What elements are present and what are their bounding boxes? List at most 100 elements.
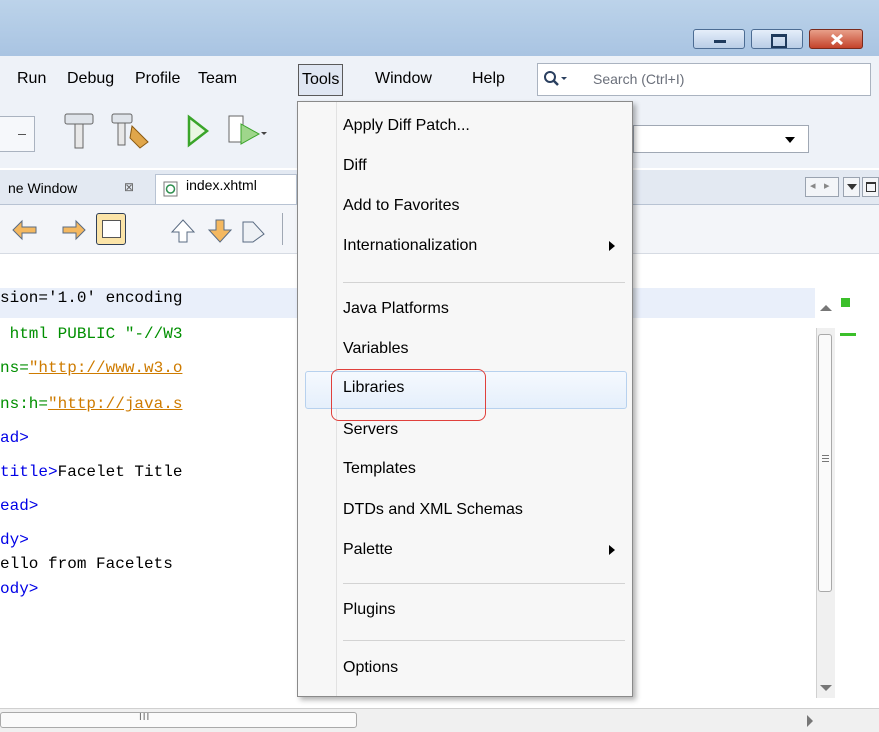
menu-item-java-platforms[interactable]: Java Platforms <box>343 291 623 327</box>
submenu-arrow-icon <box>609 545 615 555</box>
maximize-window-button[interactable] <box>862 177 879 197</box>
tab-scroll-buttons[interactable]: ◂ ▸ <box>805 177 839 197</box>
next-occurrence-icon[interactable] <box>205 218 235 244</box>
code-line: ello from Facelets <box>0 551 173 577</box>
back-icon[interactable] <box>10 218 40 244</box>
grip-icon: III <box>139 712 151 723</box>
bookmark-icon <box>102 220 121 238</box>
maximize-icon <box>771 34 787 48</box>
change-marker[interactable] <box>840 333 856 336</box>
search-input[interactable]: Search (Ctrl+I) <box>593 71 684 87</box>
code-token: dy> <box>0 531 29 549</box>
menu-item-templates[interactable]: Templates <box>343 451 623 487</box>
code-token: ns:h= <box>0 395 49 413</box>
scroll-right-icon[interactable] <box>806 715 814 727</box>
code-token: ns= <box>0 359 29 377</box>
menu-item-palette[interactable]: Palette <box>343 532 623 568</box>
configuration-combo[interactable] <box>633 125 809 153</box>
code-token: title> <box>0 463 58 481</box>
scroll-left-icon[interactable]: ◂ <box>810 179 816 192</box>
menu-item-label: Diff <box>343 157 367 174</box>
close-button[interactable] <box>809 29 863 49</box>
code-line: ead> <box>0 493 38 519</box>
menu-item-label: Java Platforms <box>343 300 449 317</box>
menu-item-label: Palette <box>343 541 393 558</box>
code-line: sion='1.0' encoding <box>0 285 182 311</box>
toolbar-dropdown[interactable] <box>0 116 35 152</box>
code-line: dy> <box>0 527 29 553</box>
menu-item-options[interactable]: Options <box>343 650 623 686</box>
code-token: "http://www.w3.o <box>28 359 183 377</box>
search-icon <box>544 71 567 86</box>
menu-item-label: Options <box>343 659 399 676</box>
no-errors-indicator <box>841 298 850 307</box>
code-token: sion='1.0' encoding <box>0 289 183 307</box>
menu-item-apply-diff-patch[interactable]: Apply Diff Patch... <box>343 108 623 144</box>
menu-separator <box>343 282 625 283</box>
previous-occurrence-icon[interactable] <box>168 218 198 244</box>
vertical-scroll-thumb[interactable] <box>818 334 832 592</box>
menu-debug[interactable]: Debug <box>67 56 114 102</box>
find-selection-icon[interactable] <box>238 218 268 244</box>
menu-item-label: DTDs and XML Schemas <box>343 501 523 518</box>
show-opened-documents-button[interactable] <box>843 177 860 197</box>
scroll-up-icon[interactable] <box>820 304 832 312</box>
code-token: Facelet Title <box>57 463 183 481</box>
menu-separator <box>343 640 625 641</box>
toggle-bookmark-button[interactable] <box>96 213 126 245</box>
menu-item-label: Internationalization <box>343 237 478 254</box>
menu-profile[interactable]: Profile <box>135 56 180 102</box>
build-hammer-icon[interactable] <box>62 110 96 152</box>
run-icon[interactable] <box>183 113 213 149</box>
clean-build-icon[interactable] <box>110 110 152 152</box>
menu-item-diff[interactable]: Diff <box>343 148 623 184</box>
menu-item-label: Servers <box>343 421 399 438</box>
tab-index-xhtml[interactable]: index.xhtml <box>155 174 297 204</box>
close-tab-icon[interactable]: ⊠ <box>124 180 134 194</box>
menu-item-add-to-favorites[interactable]: Add to Favorites <box>343 188 623 224</box>
code-line: ody> <box>0 576 38 602</box>
code-token: "http://java.s <box>48 395 183 413</box>
grip-icon <box>822 455 829 456</box>
toolbar-separator <box>282 213 283 245</box>
menu-item-label: Variables <box>343 340 409 357</box>
chevron-down-icon <box>785 137 795 143</box>
code-token: html PUBLIC "-//W3 <box>0 325 183 343</box>
menu-item-label: Plugins <box>343 601 396 618</box>
menu-tools[interactable]: Tools <box>298 64 344 96</box>
scroll-down-icon[interactable] <box>820 684 832 692</box>
code-token: ello from Facelets <box>0 555 173 573</box>
file-icon <box>163 181 178 197</box>
code-token: ad> <box>0 429 29 447</box>
annotation-highlight-box <box>331 369 486 421</box>
window-title-bar <box>0 0 879 56</box>
menu-item-label: Apply Diff Patch... <box>343 117 470 134</box>
menu-item-variables[interactable]: Variables <box>343 331 623 367</box>
debug-icon[interactable] <box>225 110 267 152</box>
menu-item-internationalization[interactable]: Internationalization <box>343 228 623 264</box>
menu-team[interactable]: Team <box>198 56 237 102</box>
code-line: ad> <box>0 425 29 451</box>
code-line: title>Facelet Title <box>0 459 182 485</box>
horizontal-scroll-thumb[interactable]: III <box>0 712 357 728</box>
tab-navigator[interactable]: ne Window <box>2 174 83 202</box>
maximize-icon <box>866 182 876 192</box>
submenu-arrow-icon <box>609 241 615 251</box>
chevron-down-icon <box>847 184 857 190</box>
maximize-button[interactable] <box>751 29 803 49</box>
menu-item-plugins[interactable]: Plugins <box>343 592 623 628</box>
close-icon <box>830 33 844 46</box>
code-token: ody> <box>0 580 39 598</box>
tab-label: index.xhtml <box>186 177 257 193</box>
forward-icon[interactable] <box>60 218 90 244</box>
menu-separator <box>343 583 625 584</box>
menu-run[interactable]: Run <box>17 56 46 102</box>
menu-item-dtds-and-xml-schemas[interactable]: DTDs and XML Schemas <box>343 492 623 528</box>
minimize-icon <box>714 40 726 43</box>
scroll-right-icon[interactable]: ▸ <box>824 179 830 192</box>
code-line: ns="http://www.w3.o <box>0 355 182 381</box>
minimize-button[interactable] <box>693 29 745 49</box>
search-box[interactable]: Search (Ctrl+I) <box>537 63 871 96</box>
menu-window[interactable]: Window <box>375 56 432 102</box>
menu-help[interactable]: Help <box>472 56 505 102</box>
